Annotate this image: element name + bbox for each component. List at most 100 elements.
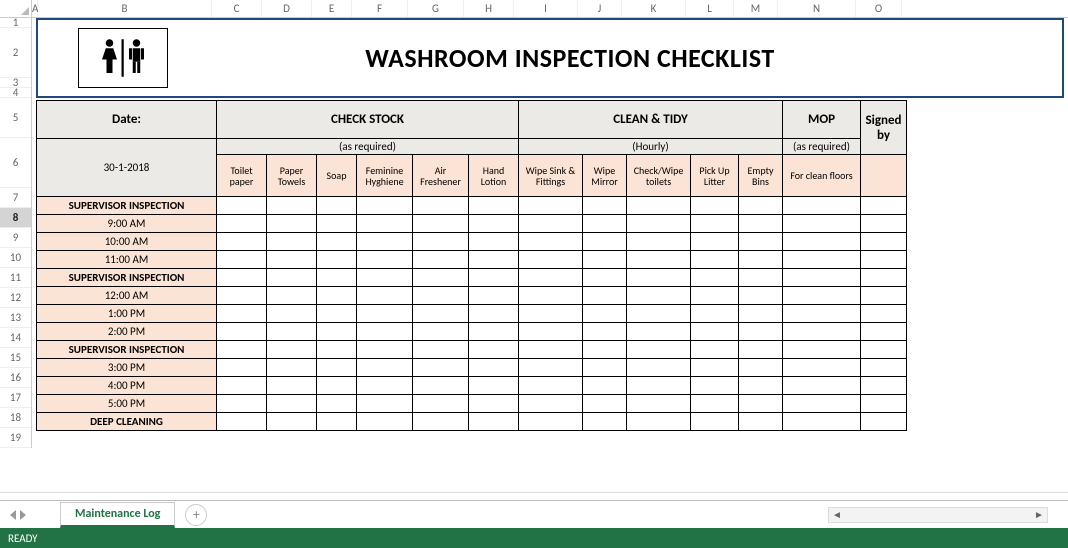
supervisor-row-label[interactable]: DEEP CLEANING (37, 413, 217, 431)
checklist-cell[interactable] (739, 215, 783, 233)
checklist-cell[interactable] (357, 233, 413, 251)
checklist-cell[interactable] (317, 395, 357, 413)
checklist-cell[interactable] (627, 323, 691, 341)
checklist-cell[interactable] (267, 413, 317, 431)
checklist-cell[interactable] (317, 323, 357, 341)
checklist-cell[interactable] (783, 323, 861, 341)
checklist-cell[interactable] (519, 377, 583, 395)
checklist-cell[interactable] (861, 251, 907, 269)
checklist-cell[interactable] (217, 323, 267, 341)
col-header-N[interactable]: N (778, 0, 856, 17)
checklist-cell[interactable] (861, 341, 907, 359)
checklist-cell[interactable] (469, 251, 519, 269)
checklist-cell[interactable] (861, 395, 907, 413)
checklist-cell[interactable] (357, 197, 413, 215)
checklist-cell[interactable] (583, 377, 627, 395)
checklist-cell[interactable] (519, 197, 583, 215)
checklist-cell[interactable] (413, 377, 469, 395)
checklist-cell[interactable] (217, 377, 267, 395)
checklist-cell[interactable] (217, 359, 267, 377)
checklist-cell[interactable] (317, 215, 357, 233)
checklist-cell[interactable] (267, 251, 317, 269)
checklist-cell[interactable] (861, 233, 907, 251)
checklist-cell[interactable] (783, 395, 861, 413)
checklist-cell[interactable] (861, 305, 907, 323)
row-header-12[interactable]: 12 (0, 288, 31, 308)
checklist-cell[interactable] (317, 197, 357, 215)
checklist-cell[interactable] (413, 395, 469, 413)
row-header-4[interactable]: 4 (0, 88, 31, 98)
checklist-cell[interactable] (357, 377, 413, 395)
checklist-cell[interactable] (583, 251, 627, 269)
time-row-label[interactable]: 5:00 PM (37, 395, 217, 413)
checklist-cell[interactable] (627, 215, 691, 233)
col-header-E[interactable]: E (312, 0, 352, 17)
checklist-cell[interactable] (519, 251, 583, 269)
checklist-cell[interactable] (317, 305, 357, 323)
checklist-cell[interactable] (739, 323, 783, 341)
checklist-cell[interactable] (861, 359, 907, 377)
checklist-cell[interactable] (317, 341, 357, 359)
checklist-cell[interactable] (217, 215, 267, 233)
checklist-cell[interactable] (217, 413, 267, 431)
checklist-cell[interactable] (317, 413, 357, 431)
checklist-cell[interactable] (739, 377, 783, 395)
checklist-cell[interactable] (861, 269, 907, 287)
checklist-cell[interactable] (469, 269, 519, 287)
checklist-cell[interactable] (627, 377, 691, 395)
checklist-cell[interactable] (357, 359, 413, 377)
checklist-cell[interactable] (783, 377, 861, 395)
checklist-cell[interactable] (413, 341, 469, 359)
checklist-cell[interactable] (469, 359, 519, 377)
row-header-16[interactable]: 16 (0, 368, 31, 388)
checklist-cell[interactable] (267, 305, 317, 323)
checklist-cell[interactable] (691, 197, 739, 215)
col-header-B[interactable]: B (38, 0, 212, 17)
checklist-cell[interactable] (627, 305, 691, 323)
checklist-cell[interactable] (691, 395, 739, 413)
checklist-cell[interactable] (783, 233, 861, 251)
row-header-18[interactable]: 18 (0, 408, 31, 428)
checklist-cell[interactable] (357, 305, 413, 323)
checklist-cell[interactable] (583, 413, 627, 431)
checklist-cell[interactable] (267, 287, 317, 305)
horizontal-scrollbar[interactable]: ◄ ► (828, 507, 1048, 523)
checklist-cell[interactable] (317, 269, 357, 287)
row-header-15[interactable]: 15 (0, 348, 31, 368)
checklist-cell[interactable] (413, 269, 469, 287)
checklist-cell[interactable] (861, 323, 907, 341)
checklist-cell[interactable] (627, 395, 691, 413)
checklist-cell[interactable] (627, 233, 691, 251)
checklist-cell[interactable] (739, 305, 783, 323)
checklist-cell[interactable] (861, 413, 907, 431)
checklist-cell[interactable] (739, 233, 783, 251)
checklist-cell[interactable] (783, 197, 861, 215)
checklist-cell[interactable] (861, 377, 907, 395)
checklist-cell[interactable] (583, 287, 627, 305)
checklist-cell[interactable] (519, 269, 583, 287)
checklist-cell[interactable] (469, 287, 519, 305)
checklist-cell[interactable] (627, 359, 691, 377)
checklist-cell[interactable] (519, 233, 583, 251)
checklist-cell[interactable] (267, 215, 317, 233)
checklist-cell[interactable] (627, 341, 691, 359)
checklist-cell[interactable] (691, 413, 739, 431)
col-header-H[interactable]: H (464, 0, 514, 17)
checklist-cell[interactable] (357, 269, 413, 287)
checklist-cell[interactable] (583, 269, 627, 287)
time-row-label[interactable]: 4:00 PM (37, 377, 217, 395)
add-sheet-button[interactable]: + (185, 504, 207, 526)
checklist-cell[interactable] (583, 341, 627, 359)
col-header-C[interactable]: C (212, 0, 262, 17)
checklist-cell[interactable] (783, 215, 861, 233)
checklist-cell[interactable] (217, 341, 267, 359)
checklist-cell[interactable] (357, 413, 413, 431)
checklist-cell[interactable] (691, 287, 739, 305)
row-header-9[interactable]: 9 (0, 228, 31, 248)
checklist-cell[interactable] (739, 413, 783, 431)
date-value[interactable]: 30-1-2018 (37, 139, 217, 197)
row-header-7[interactable]: 7 (0, 188, 31, 208)
checklist-cell[interactable] (413, 287, 469, 305)
col-header-I[interactable]: I (514, 0, 578, 17)
col-header-M[interactable]: M (734, 0, 778, 17)
